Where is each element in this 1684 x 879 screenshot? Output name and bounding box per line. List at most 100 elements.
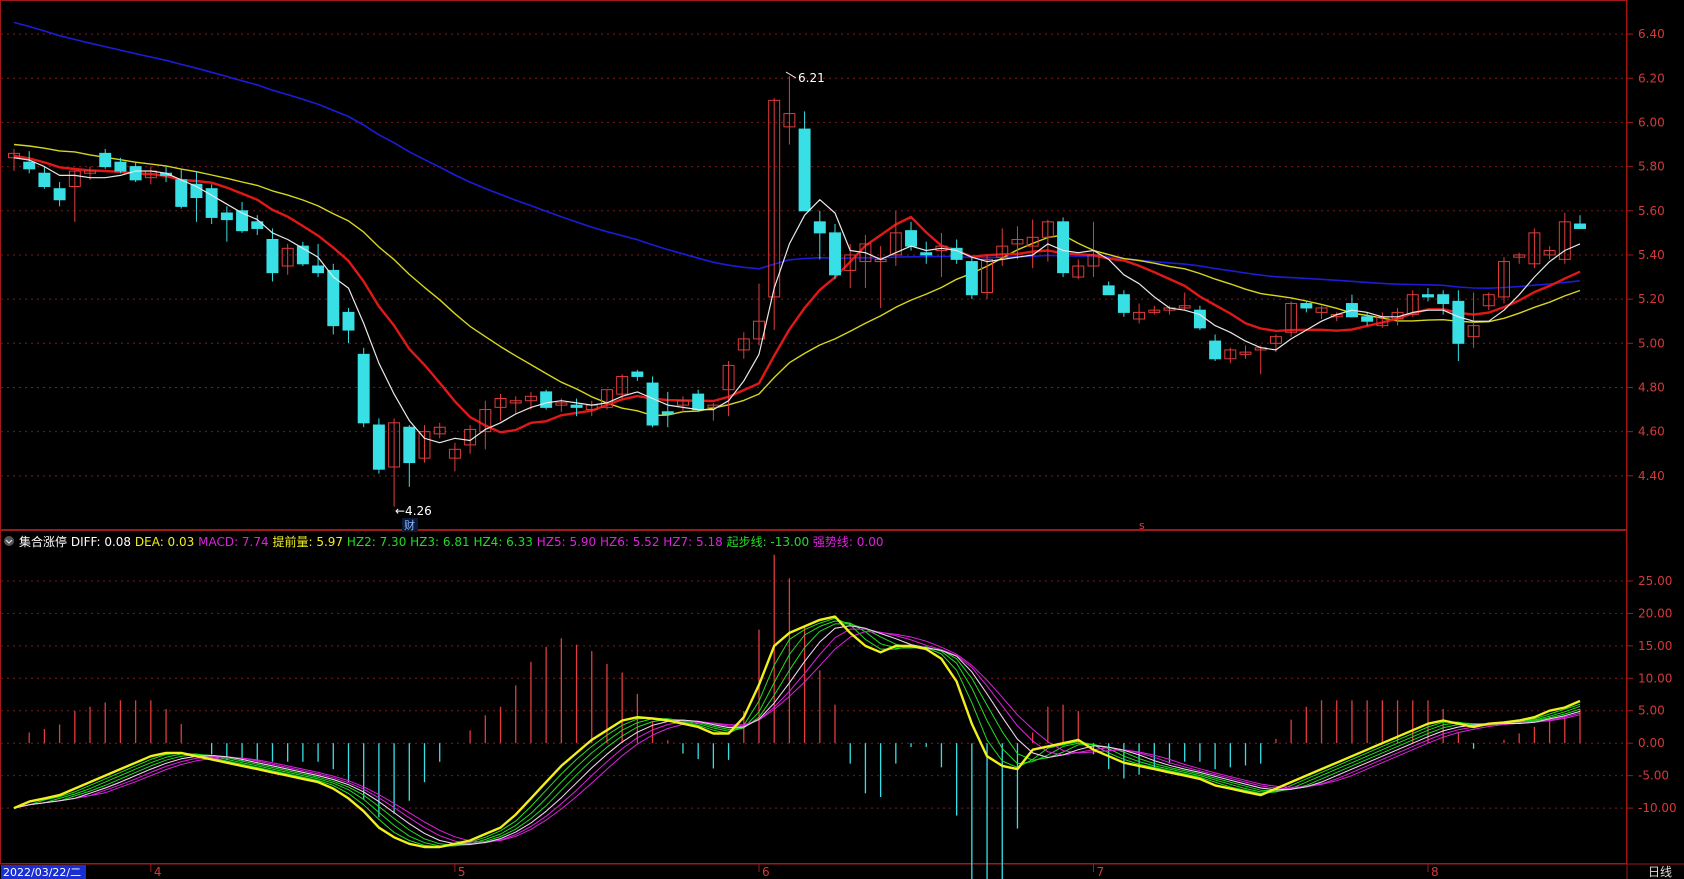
price-tick-label: 6.00 <box>1638 115 1665 129</box>
ma10-path <box>13 154 1581 434</box>
indicator-value: HZ6: 5.52 <box>600 535 663 549</box>
collapse-toggle-icon[interactable] <box>4 536 14 546</box>
period-label[interactable]: 日线 <box>1648 865 1672 879</box>
indicator-tick-label: 0.00 <box>1638 736 1665 750</box>
indicator-tick-label: 10.00 <box>1638 671 1672 685</box>
ma5-line <box>13 157 1581 444</box>
indicator-tick-label: -5.00 <box>1638 769 1669 783</box>
candle-body-down <box>372 424 385 470</box>
ma10-line <box>13 154 1581 434</box>
date-tick-label: 4 <box>154 865 162 879</box>
candle-body-down <box>129 166 142 181</box>
indicator-name: 集合涨停 <box>19 534 71 549</box>
date-tick-label: 6 <box>762 865 770 879</box>
ma60-path <box>13 21 1581 290</box>
hz-magenta-line <box>13 628 1581 844</box>
candle-body-down <box>38 172 51 187</box>
candle-body-down <box>1102 285 1115 296</box>
indicator-pane-frame <box>0 530 1627 864</box>
candle-body-down <box>829 232 841 276</box>
date-axis: 4 5 6 7 8 <box>150 864 1439 879</box>
indicator-value: 强势线: 0.00 <box>813 535 884 549</box>
candle-body-down <box>813 221 826 234</box>
stock-chart: 6.40 6.20 6.00 5.80 5.60 5.40 5.20 5.00 4.80 4.60… <box>0 0 1684 879</box>
candle-body-down <box>692 393 705 411</box>
candle-body-down <box>570 404 583 408</box>
ma20-path <box>13 143 1581 417</box>
candle-body-down <box>661 411 674 415</box>
indicator-tick-label: 25.00 <box>1638 574 1672 588</box>
candle-body-down <box>905 230 918 247</box>
price-tick-label: 4.40 <box>1638 469 1665 483</box>
macd-histogram <box>28 554 1581 879</box>
price-tick-label: 5.20 <box>1638 292 1665 306</box>
indicator-header-text: 集合涨停 DIFF: 0.08 DEA: 0.03 MACD: 7.74 提前量… <box>19 534 884 549</box>
price-axis: 6.40 6.20 6.00 5.80 5.60 5.40 5.20 5.00 4.80 4.60… <box>1627 27 1665 483</box>
price-grid <box>1 33 1626 477</box>
hz-green-line <box>13 623 1581 846</box>
candle-body-down <box>798 128 811 212</box>
indicator-header: 集合涨停 DIFF: 0.08 DEA: 0.03 MACD: 7.74 提前量… <box>4 534 884 549</box>
candle-body-down <box>1452 300 1465 344</box>
candle-body-down <box>1574 223 1586 229</box>
candle-body-down <box>540 391 553 408</box>
indicator-tick-label: 5.00 <box>1638 704 1665 718</box>
indicator-lines <box>13 615 1581 849</box>
candle-body-down <box>327 269 340 327</box>
price-tick-label: 6.40 <box>1638 27 1665 41</box>
price-tick-label: 5.00 <box>1638 336 1665 350</box>
low-price-label: ←4.26 <box>395 504 432 518</box>
indicator-value: HZ2: 7.30 <box>347 535 410 549</box>
price-tick-label: 4.80 <box>1638 380 1665 394</box>
price-tick-label: 4.60 <box>1638 425 1665 439</box>
candle-body-down <box>1361 316 1374 322</box>
indicator-value: DEA: 0.03 <box>135 535 198 549</box>
first-date-label: 2022/03/22/二 <box>3 866 81 879</box>
indicator-value: HZ3: 6.81 <box>410 535 473 549</box>
high-price-pointer <box>785 71 797 79</box>
indicator-value: MACD: 7.74 <box>198 535 272 549</box>
candle-body-down <box>965 261 978 296</box>
candle-body-down <box>1300 303 1313 309</box>
candle-body-down <box>631 371 644 377</box>
indicator-value: HZ5: 5.90 <box>537 535 600 549</box>
diff-line <box>13 615 1581 849</box>
price-tick-label: 5.60 <box>1638 204 1665 218</box>
high-price-label: 6.21 <box>798 71 825 85</box>
candle-body-down <box>220 212 233 221</box>
candle-body-down <box>23 161 36 170</box>
candle-body-down <box>920 252 933 256</box>
s-mark: s <box>1139 519 1145 532</box>
date-tick-label: 8 <box>1431 865 1439 879</box>
date-tick-label: 5 <box>458 865 466 879</box>
candle-body-down <box>175 179 188 207</box>
hz-green-line <box>13 617 1581 848</box>
indicator-tick-label: -10.00 <box>1638 801 1677 815</box>
ma20-line <box>13 143 1581 417</box>
candle-body-down <box>1437 294 1450 305</box>
candle-body-down <box>236 210 249 232</box>
candle-body-down <box>1421 294 1434 298</box>
candle-body-down <box>357 353 370 424</box>
price-tick-label: 5.40 <box>1638 248 1665 262</box>
indicator-tick-label: 15.00 <box>1638 639 1672 653</box>
indicator-value: 提前量: 5.97 <box>272 534 346 549</box>
indicator-grid <box>1 580 1626 809</box>
candle-body-down <box>1209 340 1222 360</box>
indicator-value: HZ4: 6.33 <box>473 535 536 549</box>
price-tick-label: 5.80 <box>1638 160 1665 174</box>
candle-body-down <box>342 311 355 331</box>
indicator-value: DIFF: 0.08 <box>71 535 135 549</box>
candle-body-down <box>266 238 279 274</box>
indicator-value: 起步线: -13.00 <box>727 535 813 549</box>
ma5-path <box>13 157 1581 444</box>
candle-body-down <box>646 382 659 426</box>
indicator-tick-label: 20.00 <box>1638 606 1672 620</box>
candle-body-down <box>1193 309 1206 329</box>
candle-body-down <box>312 265 325 274</box>
indicator-axis: 25.00 20.00 15.00 10.00 5.00 0.00 -5.00 -10.00 <box>1627 574 1677 815</box>
price-tick-label: 6.20 <box>1638 71 1665 85</box>
candlestick-series <box>8 76 1586 507</box>
date-tick-label: 7 <box>1096 865 1104 879</box>
hz-magenta-line <box>13 631 1581 843</box>
